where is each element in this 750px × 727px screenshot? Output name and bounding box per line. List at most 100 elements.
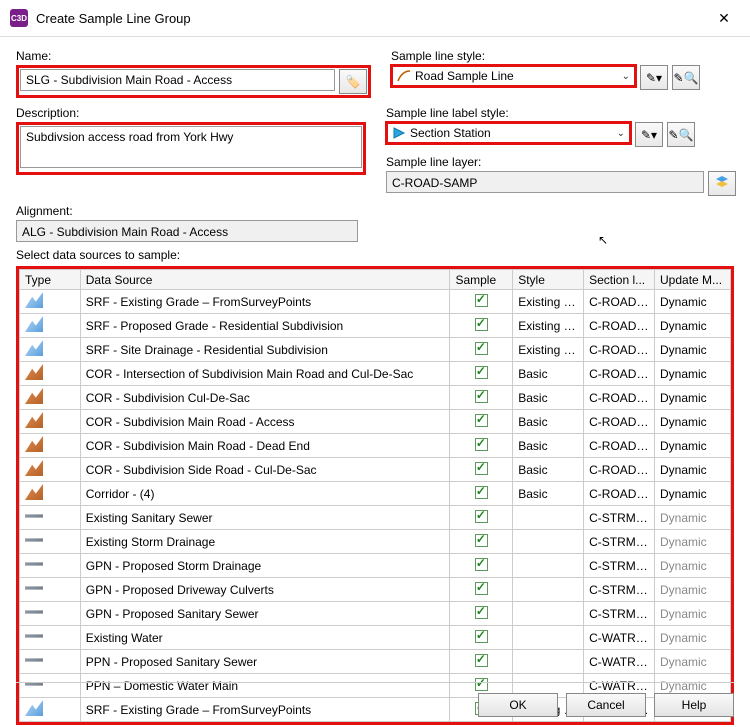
labelstyle-edit-button[interactable]: ✎▾ bbox=[635, 122, 663, 147]
ok-button[interactable]: OK bbox=[478, 693, 558, 717]
style-cell[interactable] bbox=[513, 626, 584, 650]
table-row[interactable]: COR - Subdivision Cul-De-SacBasicC-ROAD-… bbox=[20, 386, 731, 410]
col-sample-header[interactable]: Sample bbox=[450, 270, 513, 290]
update-cell[interactable]: Dynamic bbox=[655, 626, 731, 650]
style-cell[interactable]: Basic bbox=[513, 410, 584, 434]
labelstyle-preview-button[interactable]: ✎🔍 bbox=[667, 122, 695, 147]
table-row[interactable]: Existing Sanitary SewerC-STRM-...Dynamic bbox=[20, 506, 731, 530]
table-row[interactable]: GPN - Proposed Sanitary SewerC-STRM-...D… bbox=[20, 602, 731, 626]
style-cell[interactable]: Basic bbox=[513, 362, 584, 386]
layer-cell[interactable]: C-STRM-... bbox=[584, 530, 655, 554]
layer-cell[interactable]: C-ROAD-... bbox=[584, 386, 655, 410]
update-cell[interactable]: Dynamic bbox=[655, 458, 731, 482]
table-row[interactable]: SRF - Existing Grade – FromSurveyPointsE… bbox=[20, 290, 731, 314]
style-cell[interactable]: Basic bbox=[513, 434, 584, 458]
layer-cell[interactable]: C-ROAD-... bbox=[584, 290, 655, 314]
style-preview-button[interactable]: ✎🔍 bbox=[672, 65, 700, 90]
style-cell[interactable]: Existing G... bbox=[513, 314, 584, 338]
style-cell[interactable]: Existing G... bbox=[513, 338, 584, 362]
sample-checkbox[interactable] bbox=[475, 582, 488, 595]
col-update-header[interactable]: Update M... bbox=[655, 270, 731, 290]
style-edit-button[interactable]: ✎▾ bbox=[640, 65, 668, 90]
layer-cell[interactable]: C-ROAD-... bbox=[584, 482, 655, 506]
update-cell[interactable]: Dynamic bbox=[655, 314, 731, 338]
table-row[interactable]: SRF - Proposed Grade - Residential Subdi… bbox=[20, 314, 731, 338]
sample-checkbox[interactable] bbox=[475, 606, 488, 619]
style-cell[interactable]: Basic bbox=[513, 458, 584, 482]
layer-cell[interactable]: C-ROAD-... bbox=[584, 458, 655, 482]
col-type-header[interactable]: Type bbox=[20, 270, 81, 290]
style-cell[interactable] bbox=[513, 578, 584, 602]
style-cell[interactable] bbox=[513, 650, 584, 674]
table-row[interactable]: COR - Intersection of Subdivision Main R… bbox=[20, 362, 731, 386]
update-cell[interactable]: Dynamic bbox=[655, 362, 731, 386]
layer-cell[interactable]: C-ROAD-... bbox=[584, 362, 655, 386]
layer-cell[interactable]: C-ROAD-... bbox=[584, 314, 655, 338]
layer-picker-button[interactable] bbox=[708, 171, 736, 196]
layer-cell[interactable]: C-ROAD-... bbox=[584, 434, 655, 458]
update-cell[interactable]: Dynamic bbox=[655, 386, 731, 410]
sample-checkbox[interactable] bbox=[475, 438, 488, 451]
style-cell[interactable]: Existing G... bbox=[513, 290, 584, 314]
sample-checkbox[interactable] bbox=[475, 390, 488, 403]
layer-cell[interactable]: C-ROAD-... bbox=[584, 338, 655, 362]
table-row[interactable]: COR - Subdivision Main Road - Dead EndBa… bbox=[20, 434, 731, 458]
data-sources-grid[interactable]: Type Data Source Sample Style Section l.… bbox=[16, 266, 734, 725]
name-picker-button[interactable]: 🏷️ bbox=[339, 69, 367, 94]
layer-cell[interactable]: C-WATR-... bbox=[584, 626, 655, 650]
update-cell[interactable]: Dynamic bbox=[655, 602, 731, 626]
style-cell[interactable] bbox=[513, 506, 584, 530]
labelstyle-select[interactable]: Section Station ⌄ bbox=[386, 122, 631, 144]
sample-checkbox[interactable] bbox=[475, 318, 488, 331]
update-cell[interactable]: Dynamic bbox=[655, 410, 731, 434]
description-textarea[interactable] bbox=[20, 126, 362, 168]
update-cell[interactable]: Dynamic bbox=[655, 290, 731, 314]
table-row[interactable]: GPN - Proposed Storm DrainageC-STRM-...D… bbox=[20, 554, 731, 578]
update-cell[interactable]: Dynamic bbox=[655, 530, 731, 554]
help-button[interactable]: Help bbox=[654, 693, 734, 717]
cancel-button[interactable]: Cancel bbox=[566, 693, 646, 717]
table-row[interactable]: COR - Subdivision Side Road - Cul-De-Sac… bbox=[20, 458, 731, 482]
sample-checkbox[interactable] bbox=[475, 342, 488, 355]
close-button[interactable]: ✕ bbox=[708, 6, 740, 30]
layer-cell[interactable]: C-STRM-... bbox=[584, 602, 655, 626]
col-ds-header[interactable]: Data Source bbox=[80, 270, 450, 290]
style-cell[interactable]: Basic bbox=[513, 386, 584, 410]
sample-checkbox[interactable] bbox=[475, 630, 488, 643]
update-cell[interactable]: Dynamic bbox=[655, 482, 731, 506]
style-cell[interactable] bbox=[513, 554, 584, 578]
sample-checkbox[interactable] bbox=[475, 534, 488, 547]
layer-cell[interactable]: C-STRM-... bbox=[584, 554, 655, 578]
style-cell[interactable]: Basic bbox=[513, 482, 584, 506]
update-cell[interactable]: Dynamic bbox=[655, 554, 731, 578]
sample-checkbox[interactable] bbox=[475, 462, 488, 475]
sample-checkbox[interactable] bbox=[475, 366, 488, 379]
layer-cell[interactable]: C-STRM-... bbox=[584, 506, 655, 530]
table-row[interactable]: Existing WaterC-WATR-...Dynamic bbox=[20, 626, 731, 650]
sampleline-style-select[interactable]: Road Sample Line ⌄ bbox=[391, 65, 636, 87]
sample-checkbox[interactable] bbox=[475, 558, 488, 571]
sample-checkbox[interactable] bbox=[475, 486, 488, 499]
style-cell[interactable] bbox=[513, 602, 584, 626]
style-cell[interactable] bbox=[513, 530, 584, 554]
layer-cell[interactable]: C-ROAD-... bbox=[584, 410, 655, 434]
table-row[interactable]: Existing Storm DrainageC-STRM-...Dynamic bbox=[20, 530, 731, 554]
update-cell[interactable]: Dynamic bbox=[655, 506, 731, 530]
sample-checkbox[interactable] bbox=[475, 294, 488, 307]
table-row[interactable]: Corridor - (4)BasicC-ROAD-...Dynamic bbox=[20, 482, 731, 506]
name-input[interactable] bbox=[20, 69, 335, 91]
table-row[interactable]: GPN - Proposed Driveway CulvertsC-STRM-.… bbox=[20, 578, 731, 602]
update-cell[interactable]: Dynamic bbox=[655, 434, 731, 458]
col-style-header[interactable]: Style bbox=[513, 270, 584, 290]
update-cell[interactable]: Dynamic bbox=[655, 578, 731, 602]
table-row[interactable]: COR - Subdivision Main Road - AccessBasi… bbox=[20, 410, 731, 434]
sample-checkbox[interactable] bbox=[475, 654, 488, 667]
layer-cell[interactable]: C-STRM-... bbox=[584, 578, 655, 602]
table-row[interactable]: PPN - Proposed Sanitary SewerC-WATR-...D… bbox=[20, 650, 731, 674]
col-layer-header[interactable]: Section l... bbox=[584, 270, 655, 290]
layer-cell[interactable]: C-WATR-... bbox=[584, 650, 655, 674]
update-cell[interactable]: Dynamic bbox=[655, 338, 731, 362]
sample-checkbox[interactable] bbox=[475, 678, 488, 691]
sample-checkbox[interactable] bbox=[475, 510, 488, 523]
sample-checkbox[interactable] bbox=[475, 414, 488, 427]
